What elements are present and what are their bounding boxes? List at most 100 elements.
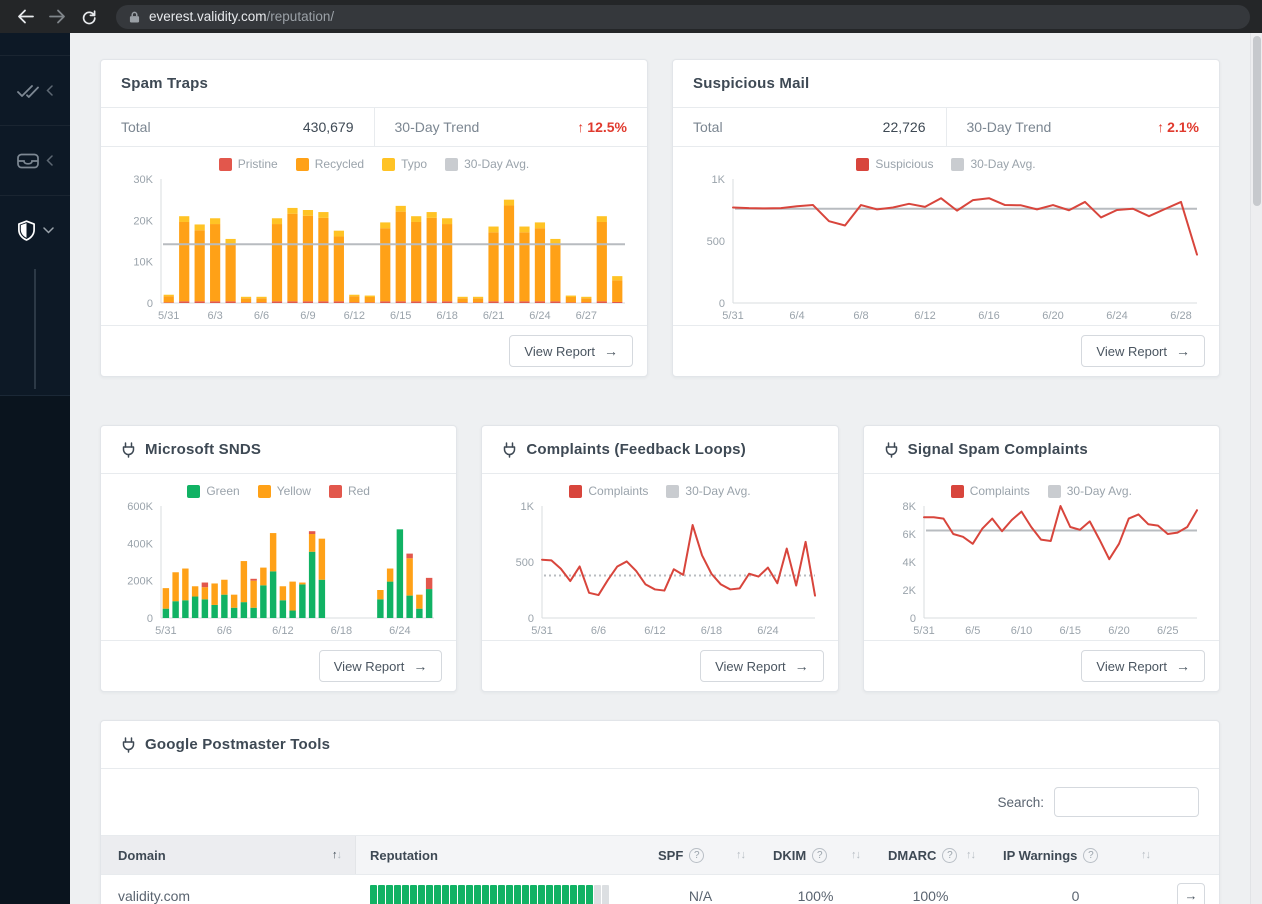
forward-button[interactable]: [44, 4, 70, 30]
svg-text:4K: 4K: [902, 557, 916, 569]
url-bar[interactable]: everest.validity.com/reputation/: [116, 4, 1250, 29]
svg-text:8K: 8K: [902, 501, 916, 513]
column-header-ip-warnings[interactable]: IP Warnings? ↑ ↓: [989, 836, 1164, 874]
trend-stat: 30-Day Trend ↑ 2.1%: [945, 108, 1220, 146]
trend-stat: 30-Day Trend ↑ 12.5%: [373, 108, 648, 146]
sidebar-nav: [0, 33, 70, 396]
column-header-dmarc[interactable]: DMARC? ↑ ↓: [874, 836, 989, 874]
sort-icon[interactable]: ↑ ↓: [736, 849, 746, 861]
sort-icon[interactable]: ↑ ↓: [332, 849, 342, 861]
scrollbar[interactable]: [1250, 33, 1262, 904]
sidebar-item-inbox[interactable]: [0, 125, 70, 195]
svg-text:6/18: 6/18: [331, 625, 352, 637]
svg-text:6/3: 6/3: [207, 310, 222, 322]
column-header-dkim[interactable]: DKIM? ↑ ↓: [759, 836, 874, 874]
help-icon[interactable]: ?: [1083, 847, 1099, 863]
card-header: Complaints (Feedback Loops): [482, 426, 838, 474]
card-title: Microsoft SNDS: [145, 441, 262, 458]
card-footer: View Report →: [863, 640, 1219, 691]
legend-item: Red: [328, 484, 370, 498]
reputation-segment: [402, 884, 409, 904]
view-report-button[interactable]: View Report →: [509, 335, 633, 367]
microsoft-snds-chart: 0 200K 400K 600K 5/31 6/6 6/12 6/18 6/24: [115, 500, 442, 638]
legend-item: Complaints: [569, 484, 648, 498]
svg-text:6K: 6K: [902, 529, 916, 541]
stat-value: 430,679: [302, 119, 354, 135]
svg-text:0: 0: [719, 298, 725, 310]
trend-up-icon: ↑: [1157, 119, 1165, 135]
legend-item: Typo: [382, 157, 427, 171]
legend-item: 30-Day Avg.: [951, 157, 1036, 171]
sidebar-item-validation[interactable]: [0, 55, 70, 125]
reputation-cell: [356, 884, 643, 904]
reputation-segment: [386, 884, 393, 904]
url-path: /reputation/: [266, 8, 335, 24]
svg-text:6/6: 6/6: [217, 625, 232, 637]
reputation-segment: [586, 884, 593, 904]
sort-icon[interactable]: ↑ ↓: [851, 849, 861, 861]
svg-text:500: 500: [707, 236, 725, 248]
sort-icon[interactable]: ↑ ↓: [1141, 849, 1151, 861]
svg-text:6/28: 6/28: [1170, 310, 1191, 322]
shield-icon: [17, 220, 35, 241]
reputation-segment: [378, 884, 385, 904]
view-report-button[interactable]: View Report →: [700, 650, 824, 682]
svg-text:200K: 200K: [127, 576, 153, 588]
complaints-chart: 0 500 1K 5/31 6/6 6/12 6/18 6/24: [496, 500, 823, 638]
reputation-segment: [570, 884, 577, 904]
reload-button[interactable]: [76, 4, 102, 30]
svg-text:2K: 2K: [902, 585, 916, 597]
svg-text:6/18: 6/18: [436, 310, 457, 322]
chart-area: Green Yellow Red 0 200K 400K 600K 5/31 6/6 6/12 6…: [101, 474, 456, 640]
plug-icon: [122, 736, 135, 753]
svg-text:30K: 30K: [133, 174, 153, 186]
reputation-segment: [538, 884, 545, 904]
view-report-button[interactable]: View Report →: [1081, 335, 1205, 367]
svg-text:6/20: 6/20: [1108, 625, 1129, 637]
card-footer: View Report →: [101, 640, 457, 691]
column-header-domain[interactable]: Domain ↑ ↓: [101, 836, 356, 874]
dmarc-cell: 100%: [912, 887, 949, 904]
card-footer: View Report →: [482, 640, 838, 691]
sidebar-item-reputation[interactable]: [0, 195, 70, 265]
svg-text:0: 0: [528, 613, 534, 625]
chart-area: Pristine Recycled Typo 30-Day Avg. 0 10K 20K 3…: [101, 147, 647, 325]
legend-swatch: [569, 484, 583, 498]
view-report-button[interactable]: View Report →: [1081, 650, 1205, 682]
card-header: Signal Spam Complaints: [863, 426, 1219, 474]
plug-icon: [885, 441, 897, 458]
search-label: Search:: [997, 794, 1044, 810]
microsoft-snds-card: Microsoft SNDS Green Yellow Red 0 200K 400K 6…: [100, 425, 458, 692]
chevron-left-icon: [46, 85, 53, 96]
svg-text:6/8: 6/8: [853, 310, 868, 322]
trend-value: ↑ 12.5%: [577, 119, 627, 135]
column-header-spf[interactable]: SPF? ↑ ↓: [644, 836, 759, 874]
view-report-button[interactable]: View Report →: [318, 650, 443, 682]
reputation-segment: [562, 884, 569, 904]
stat-label: Total: [693, 119, 723, 135]
reputation-segment: [522, 884, 529, 904]
table-header: Domain ↑ ↓ Reputation SPF? ↑ ↓ DKIM? ↑ ↓ DM…: [101, 835, 1219, 875]
arrow-right-icon: →: [1184, 888, 1198, 903]
chart-area: Complaints 30-Day Avg. 0 2K 4K 6K 8K 5/31 6/5 6/…: [864, 474, 1219, 640]
card-header: Spam Traps: [101, 60, 647, 108]
help-icon[interactable]: ?: [812, 847, 828, 863]
double-check-icon: [17, 84, 39, 98]
search-input[interactable]: [1054, 787, 1199, 817]
scrollbar-thumb[interactable]: [1252, 36, 1261, 206]
svg-text:6/12: 6/12: [272, 625, 293, 637]
legend-swatch: [382, 157, 396, 171]
help-icon[interactable]: ?: [689, 847, 705, 863]
back-button[interactable]: [12, 4, 38, 30]
svg-text:5/31: 5/31: [913, 625, 934, 637]
card-header: Suspicious Mail: [673, 60, 1219, 108]
svg-text:6/15: 6/15: [1059, 625, 1080, 637]
svg-text:10K: 10K: [133, 257, 153, 269]
card-title: Complaints (Feedback Loops): [526, 441, 746, 458]
chevron-left-icon: [46, 155, 53, 166]
row-detail-button[interactable]: →: [1177, 882, 1205, 904]
help-icon[interactable]: ?: [942, 847, 958, 863]
sort-icon[interactable]: ↑ ↓: [966, 849, 976, 861]
google-postmaster-tools-card: Google Postmaster Tools Search: Domain ↑…: [100, 720, 1220, 904]
card-footer: View Report →: [673, 325, 1219, 376]
